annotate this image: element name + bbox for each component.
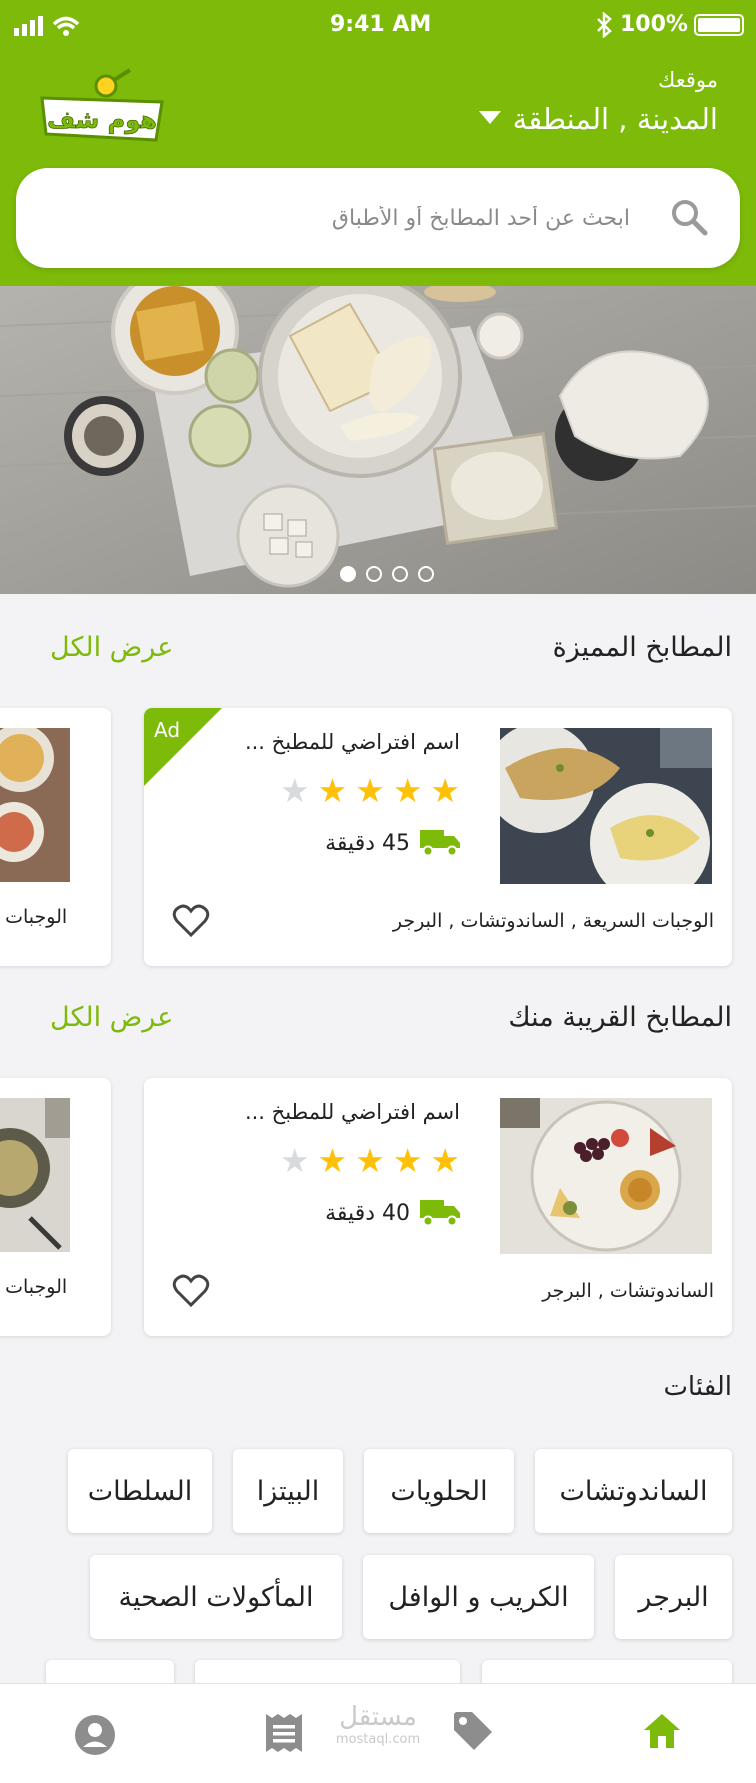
delivery-truck-icon <box>420 1196 460 1230</box>
favorite-heart-icon[interactable] <box>172 1274 210 1312</box>
watermark-sub: mostaql.com <box>335 1732 421 1747</box>
category-chip-healthy-food[interactable]: المأكولات الصحية <box>90 1555 342 1639</box>
location-label: موقعك <box>658 68 718 92</box>
star-filled-icon: ★ <box>355 1141 385 1180</box>
star-empty-icon: ★ <box>280 1141 310 1180</box>
kitchen-name[interactable]: اسم افتراضي للمطبخ ... <box>245 1100 460 1124</box>
location-value: المدينة , المنطقة <box>512 102 718 136</box>
peek-kitchen-image <box>0 1098 70 1252</box>
featured-section-title: المطابخ المميزة <box>552 632 732 663</box>
star-filled-icon: ★ <box>355 771 385 810</box>
location-selector[interactable]: المدينة , المنطقة <box>478 102 718 136</box>
star-filled-icon: ★ <box>317 771 348 810</box>
star-filled-icon: ★ <box>392 771 423 810</box>
star-empty-icon: ★ <box>280 771 310 810</box>
offers-tag-icon[interactable] <box>452 1710 494 1756</box>
favorite-heart-icon[interactable] <box>172 904 210 942</box>
delivery-time: 45 دقيقة <box>325 826 460 860</box>
bottom-tab-bar: مستقل mostaql.com <box>0 1683 756 1783</box>
battery-percent: 100% <box>620 12 688 37</box>
category-chip-desserts[interactable]: الحلويات <box>364 1449 514 1533</box>
peek-card-tags: الوجبات ال <box>0 1276 68 1298</box>
carousel-dot-3[interactable] <box>392 566 408 582</box>
nearby-kitchen-card[interactable]: اسم افتراضي للمطبخ ... ★ ★ ★ ★ ★ 40 دقيق… <box>144 1078 732 1336</box>
home-icon[interactable] <box>642 1712 682 1754</box>
kitchen-image <box>500 1098 712 1254</box>
bluetooth-icon <box>596 11 612 42</box>
featured-peek-card[interactable]: الوجبات ال <box>0 708 111 966</box>
search-bar[interactable] <box>16 168 740 268</box>
delivery-time-value: 45 دقيقة <box>325 830 410 856</box>
ad-badge: Ad <box>144 708 222 786</box>
hero-banner[interactable] <box>0 286 756 594</box>
star-filled-icon: ★ <box>317 1141 348 1180</box>
rating-stars: ★ ★ ★ ★ ★ <box>280 1144 460 1177</box>
carousel-dot-2[interactable] <box>366 566 382 582</box>
nearby-view-all-link[interactable]: عرض الكل <box>50 1002 173 1033</box>
peek-card-tags: الوجبات ال <box>0 906 68 928</box>
search-icon[interactable] <box>670 198 708 240</box>
peek-kitchen-image <box>0 728 70 882</box>
delivery-truck-icon <box>420 826 460 860</box>
delivery-time-value: 40 دقيقة <box>325 1200 410 1226</box>
rating-stars: ★ ★ ★ ★ ★ <box>280 774 460 807</box>
category-chip-crepe-waffle[interactable]: الكريب و الوافل <box>363 1555 594 1639</box>
delivery-time: 40 دقيقة <box>325 1196 460 1230</box>
star-filled-icon: ★ <box>430 771 460 810</box>
nearby-peek-card[interactable]: الوجبات ال <box>0 1078 111 1336</box>
battery-icon <box>694 14 744 36</box>
search-input[interactable] <box>76 168 630 268</box>
kitchen-image <box>500 728 712 884</box>
signal-icon <box>14 14 84 44</box>
category-chip-sandwiches[interactable]: الساندوتشات <box>535 1449 732 1533</box>
kitchen-tags: الساندوتشات , البرجر <box>542 1280 714 1302</box>
caret-down-icon <box>478 110 501 129</box>
category-chip-pizza[interactable]: البيتزا <box>233 1449 343 1533</box>
category-chip-burger[interactable]: البرجر <box>615 1555 732 1639</box>
brand-logo[interactable]: هوم شف <box>38 68 168 142</box>
star-filled-icon: ★ <box>392 1141 423 1180</box>
nearby-section-title: المطابخ القريبة منك <box>508 1002 732 1033</box>
carousel-dot-1[interactable] <box>340 566 356 582</box>
featured-view-all-link[interactable]: عرض الكل <box>50 632 173 663</box>
carousel-dot-4[interactable] <box>418 566 434 582</box>
ad-badge-label: Ad <box>154 718 181 742</box>
categories-title: الفئات <box>663 1372 732 1402</box>
watermark-logo: مستقل mostaql.com <box>330 1702 426 1747</box>
orders-receipt-icon[interactable] <box>264 1712 304 1758</box>
hero-image <box>0 286 756 594</box>
brand-logo-text: هوم شف <box>47 106 157 134</box>
category-chip-salads[interactable]: السلطات <box>68 1449 212 1533</box>
featured-kitchen-card[interactable]: Ad اسم افتراضي للمطبخ ... ★ ★ ★ ★ ★ 45 د… <box>144 708 732 966</box>
app-header: 9:41 AM 100% هوم شف موقعك المدينة , المن… <box>0 0 756 286</box>
kitchen-tags: الوجبات السريعة , الساندوتشات , البرجر <box>392 910 714 932</box>
status-time: 9:41 AM <box>330 12 432 37</box>
profile-icon[interactable] <box>74 1714 116 1760</box>
watermark-text: مستقل <box>339 1702 417 1732</box>
kitchen-name[interactable]: اسم افتراضي للمطبخ ... <box>245 730 460 754</box>
star-filled-icon: ★ <box>430 1141 460 1180</box>
